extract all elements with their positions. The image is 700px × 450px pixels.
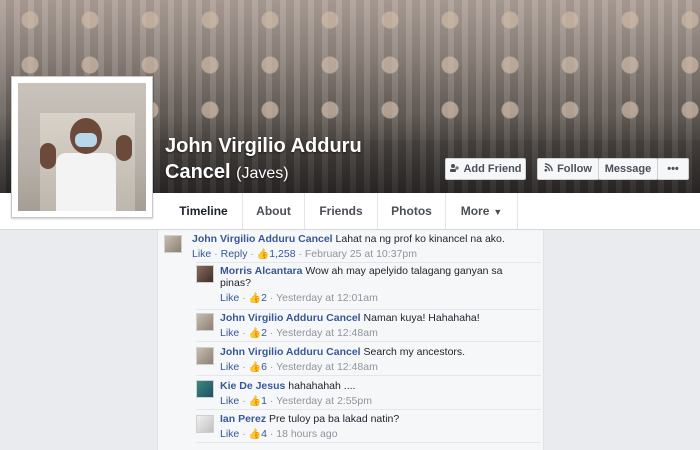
comment-text: Naman kuya! Hahahaha! xyxy=(363,312,480,324)
comment-meta: Like · 👍2 · Yesterday at 12:48am xyxy=(220,327,378,339)
comment-meta: Like · Reply · 👍1,258 · February 25 at 1… xyxy=(192,248,417,260)
comment-text: hahahahah .... xyxy=(288,380,356,392)
tab-more-label: More xyxy=(460,204,490,218)
tab-timeline-label: Timeline xyxy=(179,204,228,218)
tab-more[interactable]: More ▼ xyxy=(446,193,518,229)
comment-meta: Like · 👍2 · Yesterday at 12:01am xyxy=(220,292,378,304)
comment-text-line2: pinas? xyxy=(220,277,251,289)
divider xyxy=(196,341,541,342)
comment-text: Search my ancestors. xyxy=(363,346,466,358)
comment-meta: Like · 👍4 · 18 hours ago xyxy=(220,428,338,440)
profile-picture[interactable] xyxy=(11,76,153,218)
avatar[interactable] xyxy=(196,347,214,365)
add-person-icon xyxy=(449,163,460,176)
comment: John Virgilio Adduru Cancel Search my an… xyxy=(220,346,465,373)
avatar[interactable] xyxy=(196,313,214,331)
thumbs-up-icon: 👍 xyxy=(248,396,262,407)
divider xyxy=(196,262,541,263)
like-link[interactable]: Like xyxy=(220,395,239,407)
avatar-shirt xyxy=(56,153,116,211)
avatar[interactable] xyxy=(196,380,214,398)
divider xyxy=(196,309,541,310)
comment-time[interactable]: Yesterday at 12:48am xyxy=(276,327,378,339)
avatar-mask xyxy=(75,133,97,147)
tab-friends[interactable]: Friends xyxy=(305,193,378,229)
like-count[interactable]: 1,258 xyxy=(269,248,295,260)
comment-time[interactable]: February 25 at 10:37pm xyxy=(305,248,417,260)
comment-time[interactable]: Yesterday at 2:55pm xyxy=(276,395,372,407)
comment: John Virgilio Adduru Cancel Naman kuya! … xyxy=(220,312,480,339)
tab-photos-label: Photos xyxy=(391,204,432,218)
thumbs-up-icon: 👍 xyxy=(248,362,262,373)
like-link[interactable]: Like xyxy=(220,361,239,373)
thumbs-up-icon: 👍 xyxy=(248,293,262,304)
comment: Ian Perez Pre tuloy pa ba lakad natin? L… xyxy=(220,413,399,440)
comment-author[interactable]: Morris Alcantara xyxy=(220,265,302,277)
follow-label: Follow xyxy=(557,163,592,175)
avatar-hand-right xyxy=(116,135,132,161)
comment-author[interactable]: John Virgilio Adduru Cancel xyxy=(192,233,333,245)
divider xyxy=(196,442,541,443)
comment-text: Wow ah may apelyido talagang ganyan sa xyxy=(305,265,503,277)
message-label: Message xyxy=(604,163,652,175)
thumbs-up-icon: 👍 xyxy=(248,429,262,440)
divider xyxy=(196,409,541,410)
avatar[interactable] xyxy=(196,265,214,283)
like-count[interactable]: 2 xyxy=(261,327,267,339)
tab-about-label: About xyxy=(256,204,291,218)
avatar xyxy=(18,83,146,211)
profile-name-line1: John Virgilio Adduru xyxy=(165,135,362,157)
profile-nickname: (Javes) xyxy=(236,165,289,182)
like-count[interactable]: 4 xyxy=(261,428,267,440)
comment: John Virgilio Adduru Cancel Lahat na ng … xyxy=(192,233,505,260)
comment-author[interactable]: Ian Perez xyxy=(220,413,266,425)
add-friend-label: Add Friend xyxy=(463,163,522,175)
comment: Kie De Jesus hahahahah .... Like · 👍1 · … xyxy=(220,380,372,407)
caret-down-icon: ▼ xyxy=(493,207,503,217)
profile-name[interactable]: John Virgilio Adduru Cancel (Javes) xyxy=(165,133,362,187)
more-options-button[interactable]: ••• xyxy=(657,158,689,180)
comment-time[interactable]: Yesterday at 12:48am xyxy=(276,361,378,373)
like-count[interactable]: 1 xyxy=(261,395,267,407)
comment: Morris Alcantara Wow ah may apelyido tal… xyxy=(220,265,520,304)
like-link[interactable]: Like xyxy=(220,327,239,339)
like-link[interactable]: Like xyxy=(220,292,239,304)
avatar-hand-left xyxy=(40,143,56,169)
more-options-label: ••• xyxy=(667,163,679,175)
tab-timeline[interactable]: Timeline xyxy=(165,193,243,229)
like-count[interactable]: 6 xyxy=(261,361,267,373)
avatar[interactable] xyxy=(164,235,182,253)
comment-text: Pre tuloy pa ba lakad natin? xyxy=(269,413,400,425)
comment-author[interactable]: John Virgilio Adduru Cancel xyxy=(220,346,361,358)
tab-about[interactable]: About xyxy=(243,193,305,229)
comment-author[interactable]: Kie De Jesus xyxy=(220,380,285,392)
comment-time[interactable]: Yesterday at 12:01am xyxy=(276,292,378,304)
avatar[interactable] xyxy=(196,415,214,433)
comment-text: Lahat na ng prof ko kinancel na ako. xyxy=(335,233,505,245)
divider xyxy=(196,375,541,376)
comment-author[interactable]: John Virgilio Adduru Cancel xyxy=(220,312,361,324)
like-link[interactable]: Like xyxy=(220,428,239,440)
comment-meta: Like · 👍1 · Yesterday at 2:55pm xyxy=(220,395,372,407)
tab-photos[interactable]: Photos xyxy=(378,193,446,229)
thumbs-up-icon: 👍 xyxy=(248,328,262,339)
like-link[interactable]: Like xyxy=(192,248,211,260)
add-friend-button[interactable]: Add Friend xyxy=(445,158,526,180)
comment-meta: Like · 👍6 · Yesterday at 12:48am xyxy=(220,361,378,373)
comments-section: John Virgilio Adduru Cancel Lahat na ng … xyxy=(157,230,544,450)
comment-time[interactable]: 18 hours ago xyxy=(276,428,337,440)
tab-friends-label: Friends xyxy=(319,204,363,218)
thumbs-up-icon: 👍 xyxy=(256,249,270,260)
follow-button[interactable]: Follow xyxy=(537,158,599,180)
profile-name-line2: Cancel xyxy=(165,161,231,183)
reply-link[interactable]: Reply xyxy=(221,248,248,260)
message-button[interactable]: Message xyxy=(598,158,658,180)
like-count[interactable]: 2 xyxy=(261,292,267,304)
rss-icon xyxy=(544,163,553,175)
